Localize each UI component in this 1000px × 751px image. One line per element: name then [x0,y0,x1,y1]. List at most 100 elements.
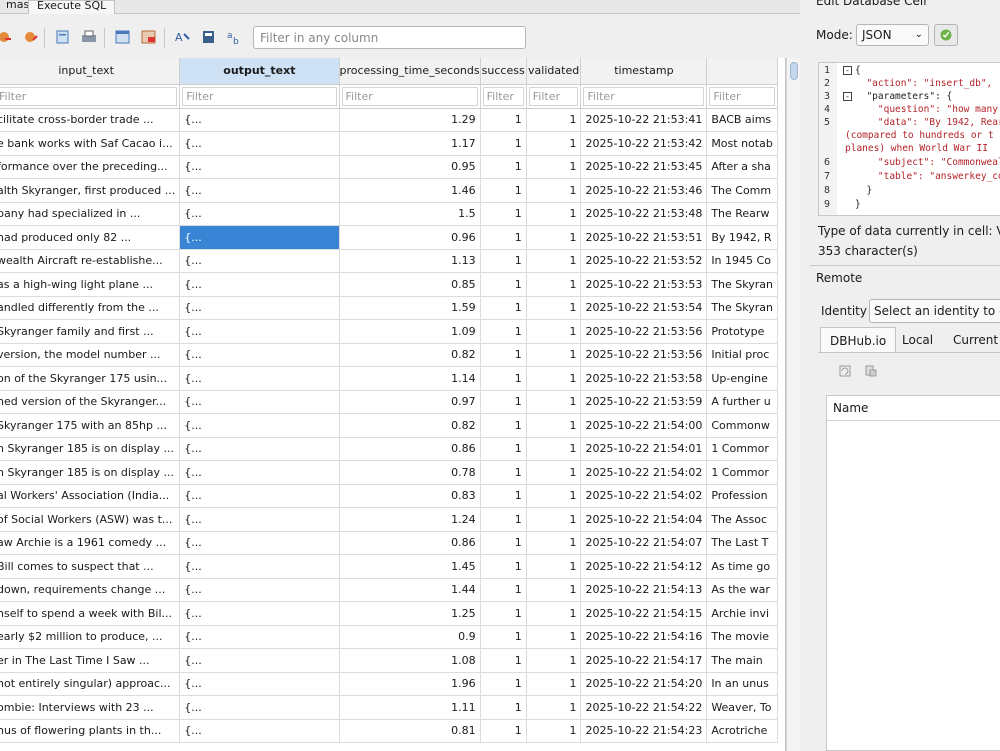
table-cell-timestamp[interactable]: 2025-10-22 21:54:00 [580,413,708,438]
table-cell-processing-time-seconds[interactable]: 1.44 [339,578,481,602]
table-cell-processing-time-seconds[interactable]: 1.5 [339,202,481,226]
table-cell-success[interactable]: 1 [480,131,527,156]
table-row[interactable]: formance over the preceding... {... 0.95 1 1… [0,155,778,179]
table-cell-processing-time-seconds[interactable]: 0.82 [339,343,481,367]
find-replace-icon[interactable] [200,28,218,46]
identity-select[interactable]: Select an identity to con [869,299,1000,323]
table-cell-success[interactable]: 1 [480,155,527,179]
cell-editor[interactable]: 1 {2 "action": "insert_db", 3 "parameters"… [818,62,1000,216]
table-cell-processing-time-seconds[interactable]: 0.78 [339,460,481,485]
table-row[interactable]: e bank works with Saf Cacao i... {... 1.17… [0,131,778,156]
table-cell-success[interactable]: 1 [480,413,527,438]
table-cell-success[interactable]: 1 [480,202,527,226]
table-cell-output-text[interactable]: {... [179,366,340,391]
table-cell-processing-time-seconds[interactable]: 0.81 [339,719,481,743]
save-table-icon[interactable] [114,28,132,46]
table-cell-success[interactable]: 1 [480,249,527,273]
table-cell-processing-time-seconds[interactable]: 1.17 [339,131,481,156]
table-cell-output-text[interactable]: {... [179,484,340,508]
table-cell-validated[interactable]: 1 [526,108,582,132]
table-cell-extra[interactable]: 1 Commor [706,437,778,461]
table-cell-validated[interactable]: 1 [526,272,582,297]
table-cell-output-text[interactable]: {... [179,413,340,438]
mode-select[interactable]: JSON ⌄ [856,24,929,46]
table-row[interactable]: Skyranger family and first ... {... 1.09 1 1… [0,319,778,344]
table-cell-input-text[interactable]: of Social Workers (ASW) was t... [0,507,181,532]
table-cell-processing-time-seconds[interactable]: 1.96 [339,672,481,696]
table-cell-output-text[interactable]: {... [179,648,340,673]
table-cell-input-text[interactable]: formance over the preceding... [0,155,181,179]
table-cell-extra[interactable]: 1 Commor [706,460,778,485]
table-cell-extra[interactable]: The Skyran [706,296,778,320]
table-cell-input-text[interactable]: down, requirements change ... [0,578,181,602]
table-row[interactable]: alth Skyranger, first produced ... {... 1.… [0,178,778,203]
table-row[interactable]: aw Archie is a 1961 comedy ... {... 0.86 1 1… [0,531,778,555]
table-cell-validated[interactable]: 1 [526,672,582,696]
table-cell-output-text[interactable]: {... [179,343,340,367]
clone-icon[interactable] [864,364,878,378]
table-cell-input-text[interactable]: n Skyranger 185 is on display ... [0,437,181,461]
table-cell-validated[interactable]: 1 [526,437,582,461]
table-row[interactable]: Skyranger 175 with an 85hp ... {... 0.82 1 1… [0,413,778,438]
table-cell-processing-time-seconds[interactable]: 1.59 [339,296,481,320]
table-cell-timestamp[interactable]: 2025-10-22 21:54:16 [580,625,708,649]
copy-icon[interactable] [54,28,72,46]
table-cell-output-text[interactable]: {... [179,554,340,579]
table-cell-extra[interactable]: Acrotriche [706,719,778,743]
table-cell-timestamp[interactable]: 2025-10-22 21:53:56 [580,319,708,344]
table-cell-extra[interactable]: Profession [706,484,778,508]
table-cell-validated[interactable]: 1 [526,390,582,414]
refresh-icon[interactable] [838,364,852,378]
tab-execute-sql[interactable]: Execute SQL [28,0,116,14]
panel-splitter[interactable] [800,0,810,751]
table-cell-timestamp[interactable]: 2025-10-22 21:54:13 [580,578,708,602]
column-header-timestamp[interactable]: timestamp [580,58,708,85]
table-cell-input-text[interactable]: version, the model number ... [0,343,181,367]
table-cell-validated[interactable]: 1 [526,578,582,602]
table-cell-success[interactable]: 1 [480,460,527,485]
table-cell-processing-time-seconds[interactable]: 0.95 [339,155,481,179]
table-cell-timestamp[interactable]: 2025-10-22 21:53:56 [580,343,708,367]
table-cell-output-text[interactable]: {... [179,225,340,250]
table-cell-timestamp[interactable]: 2025-10-22 21:53:42 [580,131,708,156]
table-cell-success[interactable]: 1 [480,672,527,696]
table-cell-extra[interactable]: A further u [706,390,778,414]
grid-vertical-scrollbar[interactable] [786,58,800,751]
table-cell-timestamp[interactable]: 2025-10-22 21:53:53 [580,272,708,297]
column-filter-input-validated[interactable] [528,86,579,106]
table-cell-input-text[interactable]: pany had specialized in ... [0,202,181,226]
table-cell-success[interactable]: 1 [480,484,527,508]
table-cell-success[interactable]: 1 [480,225,527,250]
table-cell-output-text[interactable]: {... [179,695,340,720]
column-filter-input-timestamp[interactable] [583,86,705,106]
table-cell-extra[interactable]: The movie [706,625,778,649]
table-cell-processing-time-seconds[interactable]: 1.45 [339,554,481,579]
table-cell-success[interactable]: 1 [480,531,527,555]
table-cell-success[interactable]: 1 [480,178,527,203]
table-cell-validated[interactable]: 1 [526,155,582,179]
table-cell-output-text[interactable]: {... [179,108,340,132]
table-cell-extra[interactable]: After a sha [706,155,778,179]
table-cell-validated[interactable]: 1 [526,625,582,649]
column-filter-input-success[interactable] [482,86,524,106]
table-cell-extra[interactable]: BACB aims [706,108,778,132]
table-cell-success[interactable]: 1 [480,366,527,391]
table-cell-extra[interactable]: The Comm [706,178,778,203]
table-cell-timestamp[interactable]: 2025-10-22 21:54:15 [580,601,708,626]
table-cell-success[interactable]: 1 [480,343,527,367]
table-cell-success[interactable]: 1 [480,319,527,344]
table-cell-success[interactable]: 1 [480,578,527,602]
table-cell-timestamp[interactable]: 2025-10-22 21:53:51 [580,225,708,250]
table-cell-timestamp[interactable]: 2025-10-22 21:54:20 [580,672,708,696]
column-header-extra[interactable] [706,58,778,85]
table-cell-success[interactable]: 1 [480,272,527,297]
table-cell-timestamp[interactable]: 2025-10-22 21:54:22 [580,695,708,720]
table-cell-input-text[interactable]: al Workers' Association (India... [0,484,181,508]
table-row[interactable]: as a high-wing light plane ... {... 0.85 1 1… [0,272,778,297]
table-cell-input-text[interactable]: nself to spend a week with Bil... [0,601,181,626]
table-cell-input-text[interactable]: nus of flowering plants in th... [0,719,181,743]
table-cell-validated[interactable]: 1 [526,296,582,320]
table-cell-input-text[interactable]: not entirely singular) approac... [0,672,181,696]
table-cell-processing-time-seconds[interactable]: 0.96 [339,225,481,250]
table-cell-input-text[interactable]: andled differently from the ... [0,296,181,320]
